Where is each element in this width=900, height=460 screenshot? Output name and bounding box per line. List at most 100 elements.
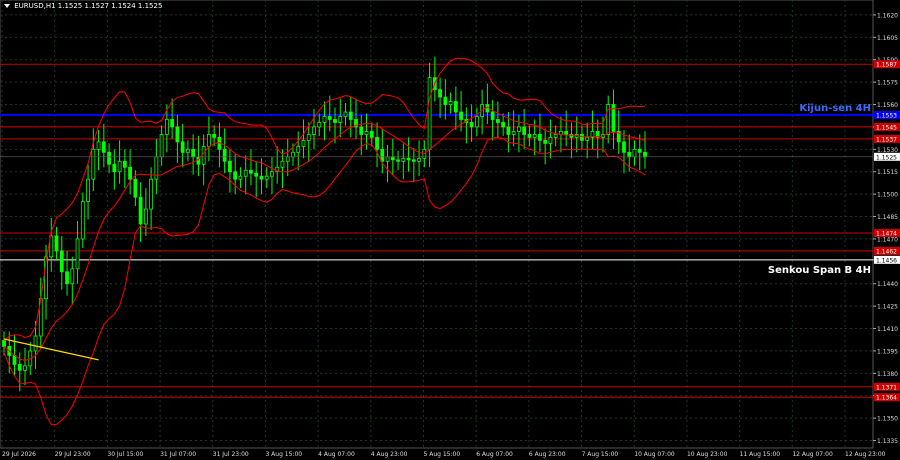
candle-body (117, 160, 122, 173)
y-tick-label: 1.1560 (877, 102, 898, 109)
resistance-price-label: 1.1462 (876, 248, 897, 255)
candle-body (180, 141, 185, 153)
x-tick-label: 29 Jul 2026 (2, 451, 36, 458)
candle-body (327, 116, 332, 120)
x-tick-label: 11 Aug 15:00 (740, 451, 781, 458)
candle-body (96, 141, 101, 150)
candle-body (270, 171, 274, 177)
candle-body (312, 126, 316, 135)
candle-body (122, 160, 127, 168)
candle-body (112, 163, 117, 173)
candle-body (54, 235, 59, 252)
x-tick-label: 6 Aug 23:00 (529, 451, 566, 458)
candle-body (207, 133, 211, 147)
candle-body (385, 156, 390, 162)
y-tick-label: 1.1515 (877, 169, 898, 176)
candle-body (306, 133, 311, 141)
candle-body (164, 119, 169, 135)
x-tick-label: 31 Jul 23:00 (213, 451, 249, 458)
x-tick-label: 12 Aug 07:00 (792, 451, 833, 458)
candle-body (643, 151, 647, 158)
x-tick-label: 4 Aug 23:00 (371, 451, 408, 458)
candle-body (101, 141, 106, 153)
candle-body (443, 96, 448, 105)
x-tick-label: 12 Aug 23:00 (845, 451, 886, 458)
candle-body (348, 111, 353, 120)
candle-body (627, 151, 632, 158)
candle-body (23, 365, 27, 371)
candle-body (175, 126, 180, 143)
candle-body (91, 148, 96, 180)
candle-body (185, 148, 190, 153)
candle-body (212, 133, 217, 138)
resistance-price-label: 1.1371 (876, 384, 897, 391)
candle-body (249, 169, 253, 174)
chart-canvas[interactable]: 1.16201.16051.15901.15751.15601.15451.15… (0, 0, 900, 460)
kijun-price-label: 1.1553 (876, 112, 897, 119)
y-tick-label: 1.1410 (877, 326, 898, 333)
candle-body (12, 355, 17, 365)
candle-body (333, 119, 337, 123)
candle-body (128, 166, 132, 180)
current-price-label: 1.1525 (876, 154, 897, 161)
candle-body (501, 122, 506, 128)
candle-body (291, 151, 295, 158)
candle-body (453, 101, 458, 113)
candle-body (65, 271, 69, 285)
candle-body (238, 175, 243, 180)
candle-body (438, 89, 442, 98)
candle-body (406, 157, 411, 161)
x-tick-label: 3 Aug 15:00 (265, 451, 302, 458)
x-tick-label: 7 Aug 15:00 (582, 451, 619, 458)
y-tick-label: 1.1395 (877, 348, 898, 355)
candle-body (632, 148, 637, 158)
candle-body (359, 126, 364, 135)
candle-body (33, 335, 38, 352)
candle-body (296, 145, 301, 153)
kijun-label: Kijun-sen 4H (799, 103, 871, 114)
dropdown-triangle-icon[interactable] (4, 4, 10, 8)
candle-body (490, 111, 495, 120)
candle-body (532, 133, 537, 138)
y-tick-label: 1.1380 (877, 371, 898, 378)
y-tick-label: 1.1575 (877, 80, 898, 87)
candle-body (469, 122, 474, 128)
candle-body (522, 126, 527, 135)
candle-body (233, 171, 238, 180)
resistance-price-label: 1.1364 (876, 395, 897, 402)
y-tick-label: 1.1335 (877, 438, 898, 445)
candle-body (380, 148, 385, 162)
y-tick-label: 1.1605 (877, 35, 898, 42)
candle-body (138, 196, 143, 225)
candle-body (280, 160, 285, 168)
candle-body (448, 101, 453, 105)
resistance-price-label: 1.1537 (876, 136, 897, 143)
candle-body (170, 119, 175, 128)
candle-body (259, 175, 264, 180)
candle-body (133, 178, 138, 198)
candle-body (506, 126, 511, 135)
candle-body (80, 201, 85, 240)
candle-body (70, 268, 75, 285)
candle-body (580, 133, 584, 141)
candle-body (459, 111, 464, 120)
candle-body (317, 122, 322, 128)
candle-body (543, 139, 548, 144)
symbol-info: EURUSD,H1 1.1525 1.1527 1.1524 1.1525 (14, 2, 163, 10)
candle-body (301, 139, 306, 147)
candle-body (243, 169, 248, 177)
candle-body (622, 141, 626, 153)
candle-body (375, 136, 379, 150)
chart-window[interactable]: 1.16201.16051.15901.15751.15601.15451.15… (0, 0, 900, 460)
y-tick-label: 1.1440 (877, 281, 898, 288)
candle-body (254, 172, 259, 177)
candle-body (396, 159, 400, 162)
candle-body (228, 160, 232, 173)
candle-body (154, 156, 159, 180)
resistance-price-label: 1.1474 (876, 230, 897, 237)
candle-body (338, 116, 343, 123)
candle-body (538, 133, 542, 141)
x-tick-label: 6 Aug 07:00 (476, 451, 513, 458)
candle-body (390, 156, 395, 161)
y-tick-label: 1.1530 (877, 147, 898, 154)
